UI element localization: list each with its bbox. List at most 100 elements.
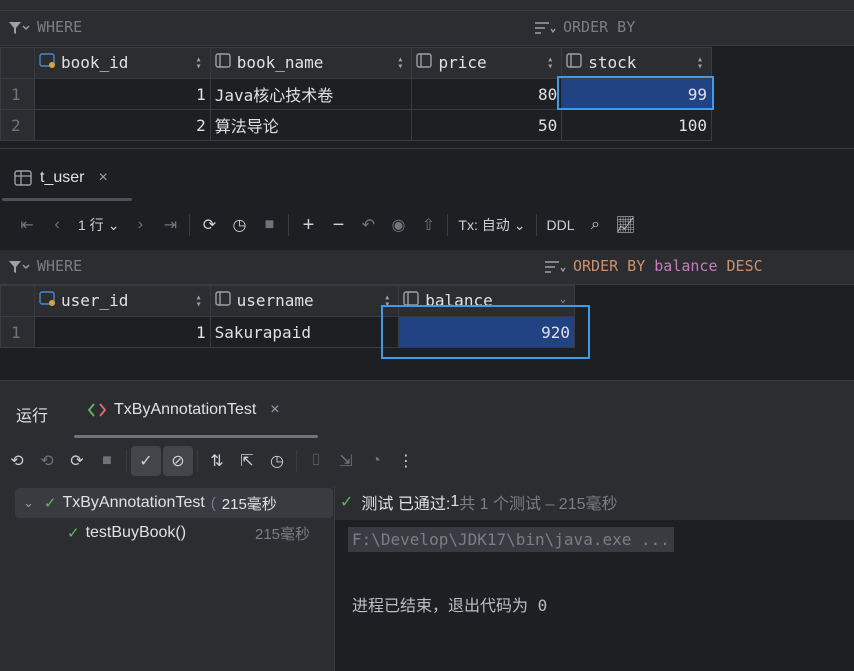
active-tab-underline — [74, 435, 318, 438]
preview-icon[interactable]: ◉ — [383, 210, 413, 240]
toolbar-divider — [197, 450, 198, 472]
tree-item-time: 215毫秒 — [221, 495, 277, 513]
import-icon[interactable]: ⇲ — [331, 446, 361, 476]
filter-icon[interactable] — [8, 259, 30, 275]
run-toolbar: ⟲ ⟲ ⟳ ■ ✓ ⊘ ⇅ ⇱ ◷ ⌷ ⇲ ◔ ⋮ — [2, 446, 421, 476]
first-page-icon[interactable]: ⇤ — [12, 210, 42, 240]
cell-book-name[interactable]: Java核心技术卷 — [209, 78, 413, 110]
cell-stock[interactable]: 100 — [561, 109, 712, 141]
search-icon[interactable]: ⌕ — [581, 210, 611, 240]
order-by-keyword: ORDER BY — [573, 257, 646, 275]
stop-icon[interactable]: ■ — [254, 210, 284, 240]
column-header-price[interactable]: price ▴ ▾ — [411, 47, 563, 79]
toggle-auto-test-icon[interactable]: ⟳ — [62, 446, 92, 476]
toolbar-divider — [296, 450, 297, 472]
stop-icon[interactable]: ■ — [92, 446, 122, 476]
where-label[interactable]: WHERE — [37, 18, 82, 36]
corner-cell — [0, 47, 35, 79]
chevron-down-icon[interactable]: ⌄ — [23, 495, 34, 511]
sort-icon[interactable]: ⇅ — [202, 446, 232, 476]
cell-book-id[interactable]: 1 — [33, 78, 211, 110]
toolbar-divider — [288, 214, 290, 236]
key-column-icon — [39, 290, 57, 312]
column-icon — [215, 52, 233, 74]
cell-book-id[interactable]: 2 — [33, 109, 211, 141]
corner-cell — [0, 285, 35, 317]
status-suffix: 共 1 个测试 – 215毫秒 — [459, 496, 618, 513]
clock-icon[interactable]: ◷ — [262, 446, 292, 476]
table-icon — [14, 170, 32, 186]
sort-icon[interactable]: ▴ ▾ — [196, 293, 202, 310]
cell-stock-selected[interactable]: 99 — [561, 78, 712, 110]
column-header-label: username — [236, 291, 314, 310]
sort-icon[interactable]: ▴ ▾ — [397, 55, 403, 72]
cell-book-name[interactable]: 算法导论 — [209, 109, 413, 141]
column-header-user-id[interactable]: user_id ▴ ▾ — [33, 285, 211, 317]
rerun-failed-icon[interactable]: ⟲ — [32, 446, 62, 476]
show-passed-icon[interactable]: ✓ — [131, 446, 161, 476]
refresh-icon[interactable]: ⟳ — [194, 210, 224, 240]
order-icon — [534, 21, 556, 35]
prev-page-icon[interactable]: ‹ — [42, 210, 72, 240]
column-header-label: book_name — [236, 53, 324, 72]
order-by-label[interactable]: ORDER BY — [563, 18, 635, 36]
column-header-stock[interactable]: stock ▴ ▾ — [561, 47, 712, 79]
pass-check-icon: ✓ — [340, 494, 354, 511]
order-by-direction: DESC — [726, 257, 763, 275]
row-number[interactable]: 2 — [0, 109, 35, 141]
gauge-icon[interactable]: ◔ — [361, 446, 391, 476]
row-number[interactable]: 1 — [0, 316, 35, 348]
sort-icon[interactable]: ▴ ▾ — [384, 293, 390, 310]
close-icon[interactable]: × — [270, 401, 279, 419]
delete-row-icon[interactable]: − — [323, 210, 353, 240]
show-ignored-icon[interactable]: ⊘ — [163, 446, 193, 476]
submit-icon[interactable]: ⇧ — [413, 210, 443, 240]
tab-t-user[interactable]: t_user × — [14, 160, 108, 196]
cell-price[interactable]: 80 — [411, 78, 563, 110]
toolbar-divider — [126, 450, 127, 472]
next-page-icon[interactable]: › — [125, 210, 155, 240]
sort-icon[interactable]: ▴ ▾ — [547, 55, 553, 72]
user-header-row: user_id ▴ ▾ username ▴ ▾ balance ⌄ — [0, 285, 575, 317]
column-header-book-name[interactable]: book_name ▴ ▾ — [209, 47, 413, 79]
tree-item-root[interactable]: ⌄ ✓ TxByAnnotationTest ( 215毫秒 — [15, 488, 333, 518]
sort-icon[interactable]: ▴ ▾ — [697, 55, 703, 72]
add-row-icon[interactable]: + — [293, 210, 323, 240]
last-page-icon[interactable]: ⇥ — [155, 210, 185, 240]
cell-username[interactable]: Sakurapaid — [209, 316, 400, 348]
column-header-label: stock — [588, 53, 637, 72]
cell-balance-selected[interactable]: 920 — [398, 316, 575, 348]
cell-user-id[interactable]: 1 — [33, 316, 211, 348]
chart-icon[interactable]: 📈︎ — [611, 210, 641, 240]
column-icon — [214, 290, 233, 312]
table-row[interactable]: 1 1 Java核心技术卷 80 99 — [0, 78, 712, 110]
where-label[interactable]: WHERE — [37, 257, 82, 275]
clock-icon[interactable]: ◷ — [224, 210, 254, 240]
test-status: ✓ 测试 已通过: 1 共 1 个测试 – 215毫秒 — [340, 490, 618, 514]
undo-icon[interactable]: ↶ — [353, 210, 383, 240]
collapse-icon[interactable]: ⇱ — [232, 446, 262, 476]
rows-dropdown[interactable]: 1 行 ⌄ — [72, 210, 125, 240]
rerun-icon[interactable]: ⟲ — [2, 446, 32, 476]
order-by-clause[interactable]: ORDER BY balance DESC — [573, 257, 763, 275]
column-header-book-id[interactable]: book_id ▴ ▾ — [33, 47, 211, 79]
table-row[interactable]: 1 1 Sakurapaid 920 — [0, 316, 575, 348]
tree-item-child[interactable]: ✓ testBuyBook() 215毫秒 — [15, 518, 333, 548]
close-icon[interactable]: × — [98, 169, 107, 187]
cell-price[interactable]: 50 — [411, 109, 563, 141]
camera-icon[interactable]: ⌷ — [301, 446, 331, 476]
filter-icon[interactable] — [8, 20, 30, 36]
ddl-button[interactable]: DDL — [541, 210, 581, 240]
tx-mode-dropdown[interactable]: Tx: 自动 ⌄ — [452, 210, 531, 240]
sort-icon[interactable]: ▴ ▾ — [196, 55, 202, 72]
more-icon[interactable]: ⋮ — [391, 446, 421, 476]
row-number[interactable]: 1 — [0, 78, 35, 110]
column-header-label: user_id — [60, 291, 129, 310]
sort-desc-icon[interactable]: ⌄ — [560, 295, 566, 305]
column-icon — [566, 52, 584, 74]
tab-run-config[interactable]: TxByAnnotationTest × — [88, 401, 280, 419]
column-header-balance[interactable]: balance ⌄ — [398, 285, 575, 317]
table-row[interactable]: 2 2 算法导论 50 100 — [0, 109, 712, 141]
column-header-username[interactable]: username ▴ ▾ — [209, 285, 400, 317]
console-command-line[interactable]: F:\Develop\JDK17\bin\java.exe ... — [348, 527, 674, 552]
